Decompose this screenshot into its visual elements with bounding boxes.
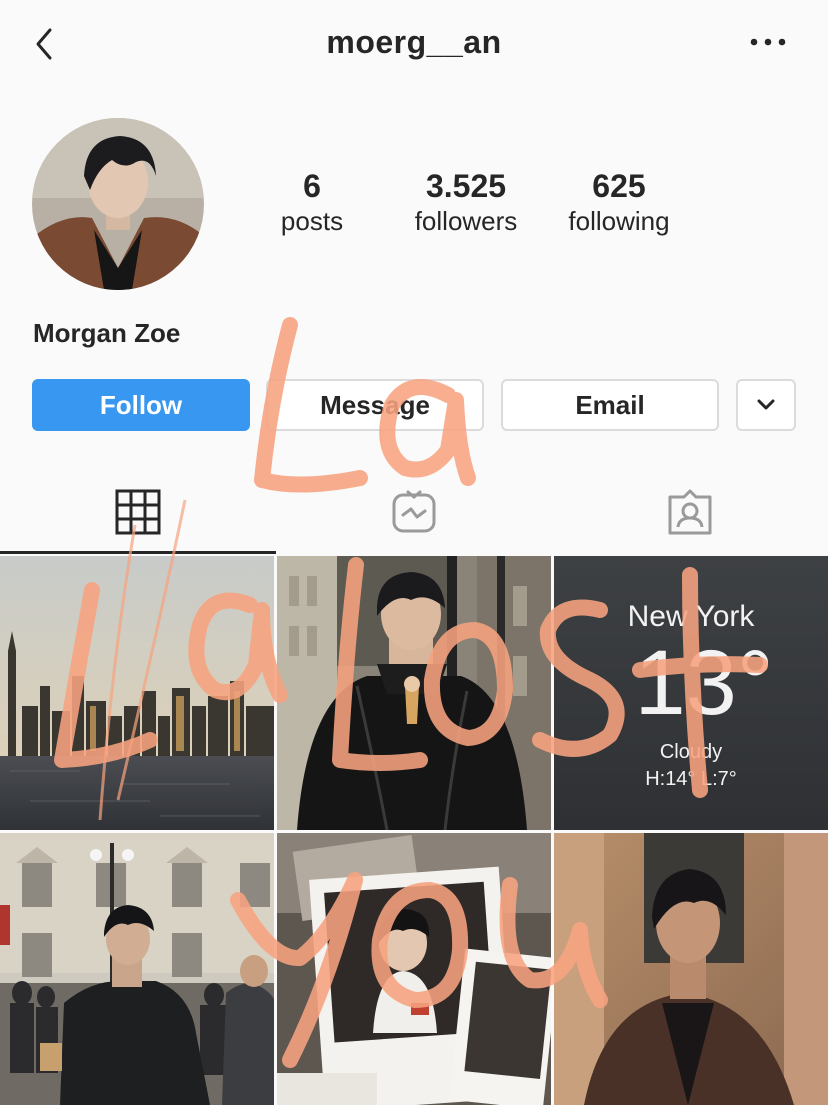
follow-button[interactable]: Follow (32, 379, 250, 431)
message-button[interactable]: Message (266, 379, 484, 431)
weather-city: New York (628, 600, 756, 633)
email-button[interactable]: Email (501, 379, 719, 431)
weather-condition: Cloudy (660, 741, 722, 763)
posts-count[interactable]: 6 posts (262, 168, 362, 238)
weather-temp: 13° (634, 632, 773, 734)
post-thumbnail-weather[interactable]: New York 13° Cloudy H:14° L:7° (554, 556, 828, 830)
tab-grid[interactable] (0, 470, 276, 554)
post-thumbnail-polaroids[interactable] (277, 833, 551, 1105)
tab-igtv[interactable] (276, 470, 552, 554)
tagged-icon (668, 489, 712, 535)
tab-tagged[interactable] (552, 470, 828, 554)
profile-tabs (0, 470, 828, 554)
profile-avatar[interactable] (32, 118, 204, 290)
chevron-down-icon (757, 399, 775, 410)
post-thumbnail-leather-jacket[interactable] (277, 556, 551, 830)
suggested-dropdown-button[interactable] (736, 379, 796, 431)
followers-count[interactable]: 3.525 followers (396, 168, 536, 238)
top-bar: moerg__an (0, 0, 828, 90)
profile-full-name: Morgan Zoe (33, 318, 181, 348)
following-count[interactable]: 625 following (552, 168, 686, 238)
posts-grid: New York 13° Cloudy H:14° L:7° (0, 556, 828, 1105)
active-tab-indicator (0, 551, 276, 554)
post-thumbnail-street[interactable] (0, 833, 274, 1105)
grid-icon (115, 489, 161, 535)
post-thumbnail-portrait[interactable] (554, 833, 828, 1105)
profile-username: moerg__an (326, 24, 502, 60)
more-options-icon[interactable] (748, 30, 788, 54)
post-thumbnail-skyline[interactable] (0, 556, 274, 830)
weather-hilo: H:14° L:7° (645, 768, 737, 790)
igtv-icon (392, 490, 436, 533)
